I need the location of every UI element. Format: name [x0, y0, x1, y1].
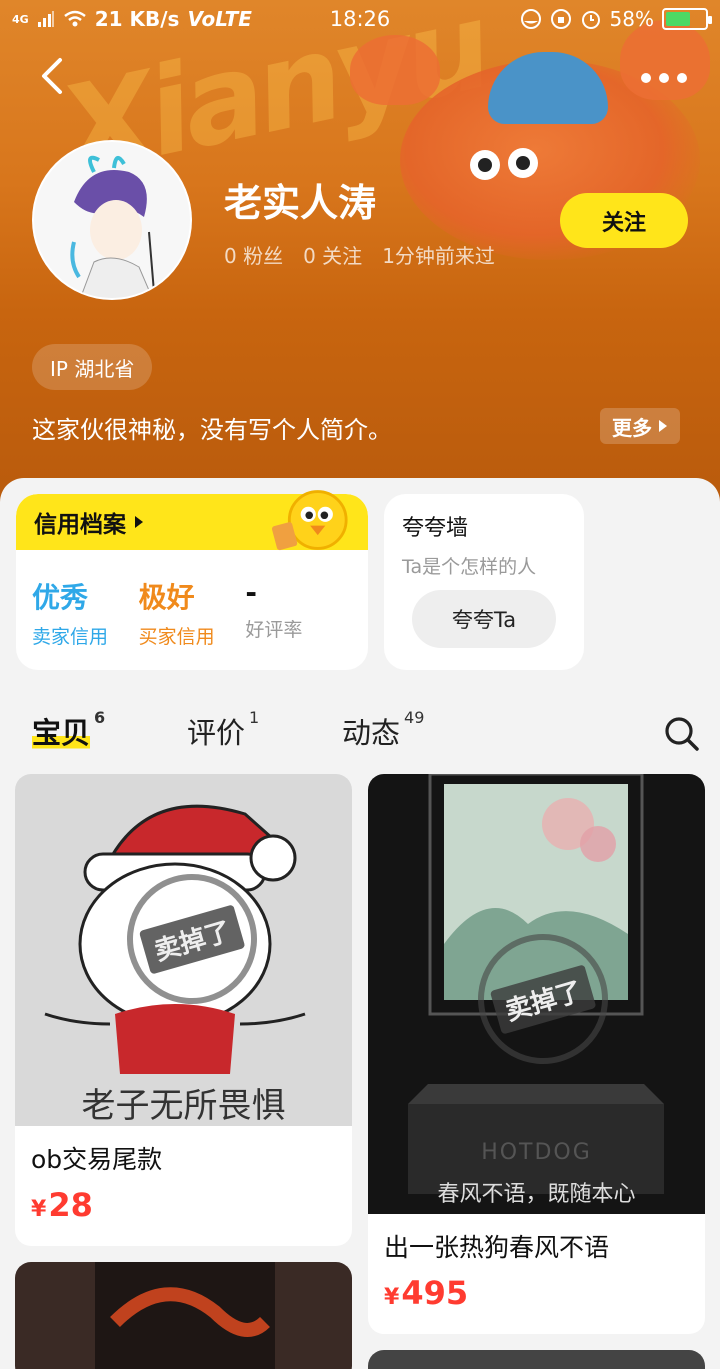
network-speed: 21 KB/s [94, 7, 180, 31]
avatar-illustration [34, 142, 190, 298]
positive-rating-value: - [245, 576, 257, 609]
volte-indicator: VoLTE [187, 7, 252, 31]
mascot-chick-icon [271, 490, 348, 551]
tab-reviews-count: 1 [249, 708, 260, 727]
triangle-right-icon [659, 420, 667, 432]
wifi-icon [63, 10, 86, 27]
fans-count[interactable]: 0 粉丝 [224, 240, 283, 269]
back-button[interactable] [30, 52, 78, 100]
profile-header: Xianyu 4G 21 KB/s VoLTE 18:26 58% 老实人涛 0… [0, 0, 720, 520]
praise-wall-card: 夸夸墙 Ta是个怎样的人 夸夸Ta [384, 494, 584, 670]
status-bar: 4G 21 KB/s VoLTE 18:26 58% [0, 0, 720, 38]
brand-label: HOTDOG [481, 1140, 592, 1165]
sold-out-label: 卖掉了 [489, 963, 597, 1035]
praise-wall-subtitle: Ta是个怎样的人 [402, 556, 537, 578]
price-value: 28 [48, 1186, 93, 1224]
product-title: ob交易尾款 [31, 1145, 163, 1174]
product-title: 出一张热狗春风不语 [384, 1233, 610, 1262]
product-image: 老子无所畏惧 卖掉了 [15, 774, 352, 1126]
crab-claw-illustration [350, 35, 440, 105]
search-icon [665, 717, 699, 751]
sold-out-label: 卖掉了 [138, 903, 246, 975]
dot-icon [677, 73, 687, 83]
battery-icon [662, 8, 712, 30]
tab-activity-count: 49 [404, 708, 425, 727]
triangle-right-icon [135, 516, 143, 528]
praise-button[interactable]: 夸夸Ta [412, 590, 556, 648]
seller-credit-value: 优秀 [32, 581, 89, 614]
praise-wall-title: 夸夸墙 [402, 516, 469, 541]
following-count[interactable]: 0 关注 [303, 240, 362, 269]
profile-tabs: 宝贝 6 评价 1 动态 49 [32, 708, 702, 760]
alarm-icon [581, 11, 600, 29]
positive-rating-label: 好评率 [245, 619, 303, 641]
bio-more-button[interactable]: 更多 [600, 408, 680, 444]
battery-percent: 58% [609, 7, 654, 31]
seller-credit-label: 卖家信用 [32, 626, 109, 648]
currency-symbol: ¥ [31, 1197, 47, 1222]
moon-icon [520, 9, 541, 29]
profile-stats: 0 粉丝 0 关注 1分钟前来过 [224, 240, 495, 269]
more-label: 更多 [612, 415, 652, 440]
crab-eye-illustration [470, 150, 500, 180]
rotation-lock-icon [550, 9, 571, 29]
product-card[interactable]: 老子无所畏惧 卖掉了 ob交易尾款 ¥ 28 [15, 774, 352, 1246]
product-card[interactable] [15, 1262, 352, 1369]
product-card[interactable] [368, 1350, 705, 1369]
more-options-button[interactable] [636, 60, 692, 96]
product-image: HOTDOG 春风不语，既随本心 卖掉了 [368, 774, 705, 1214]
follow-button[interactable]: 关注 [560, 193, 688, 248]
username: 老实人涛 [224, 181, 377, 225]
buyer-credit-value: 极好 [138, 581, 195, 614]
buyer-credit-label: 买家信用 [138, 626, 215, 648]
tab-items-label: 宝贝 [32, 710, 91, 752]
seller-credit: 优秀 卖家信用 [32, 576, 139, 649]
tab-items-count: 6 [94, 708, 106, 727]
tab-items[interactable]: 宝贝 6 [32, 708, 106, 752]
meme-caption: 老子无所畏惧 [81, 1086, 286, 1126]
tab-activity[interactable]: 动态 49 [342, 708, 425, 752]
product-card[interactable]: HOTDOG 春风不语，既随本心 卖掉了 出一张热狗春风不语 ¥ 495 [368, 774, 705, 1334]
avatar[interactable] [32, 140, 192, 300]
dot-icon [659, 73, 669, 83]
product-price: ¥ 495 [384, 1274, 468, 1312]
tab-reviews[interactable]: 评价 1 [187, 708, 260, 752]
network-type: 4G [12, 12, 29, 26]
price-value: 495 [401, 1274, 469, 1312]
positive-rating: - 好评率 [245, 576, 352, 649]
chevron-left-icon [42, 58, 62, 94]
product-image [95, 1262, 275, 1369]
signal-icon [37, 11, 54, 27]
buyer-credit: 极好 买家信用 [139, 576, 246, 649]
currency-symbol: ¥ [384, 1285, 400, 1310]
last-seen: 1分钟前来过 [382, 244, 495, 268]
content-sheet: 信用档案 优秀 卖家信用 极好 买家信用 - 好评率 夸夸墙 Ta是个怎样的人 [0, 478, 720, 1369]
dot-icon [641, 73, 651, 83]
ip-location-tag: IP 湖北省 [32, 344, 153, 390]
card-caption: 春风不语，既随本心 [437, 1182, 636, 1207]
tab-activity-label: 动态 [342, 716, 401, 750]
bio-text: 这家伙很神秘，没有写个人简介。 [32, 416, 392, 444]
credit-title: 信用档案 [34, 512, 126, 538]
search-button[interactable] [662, 714, 702, 754]
crab-eye-illustration [508, 148, 538, 178]
product-price: ¥ 28 [31, 1186, 93, 1224]
tab-reviews-label: 评价 [187, 716, 246, 750]
